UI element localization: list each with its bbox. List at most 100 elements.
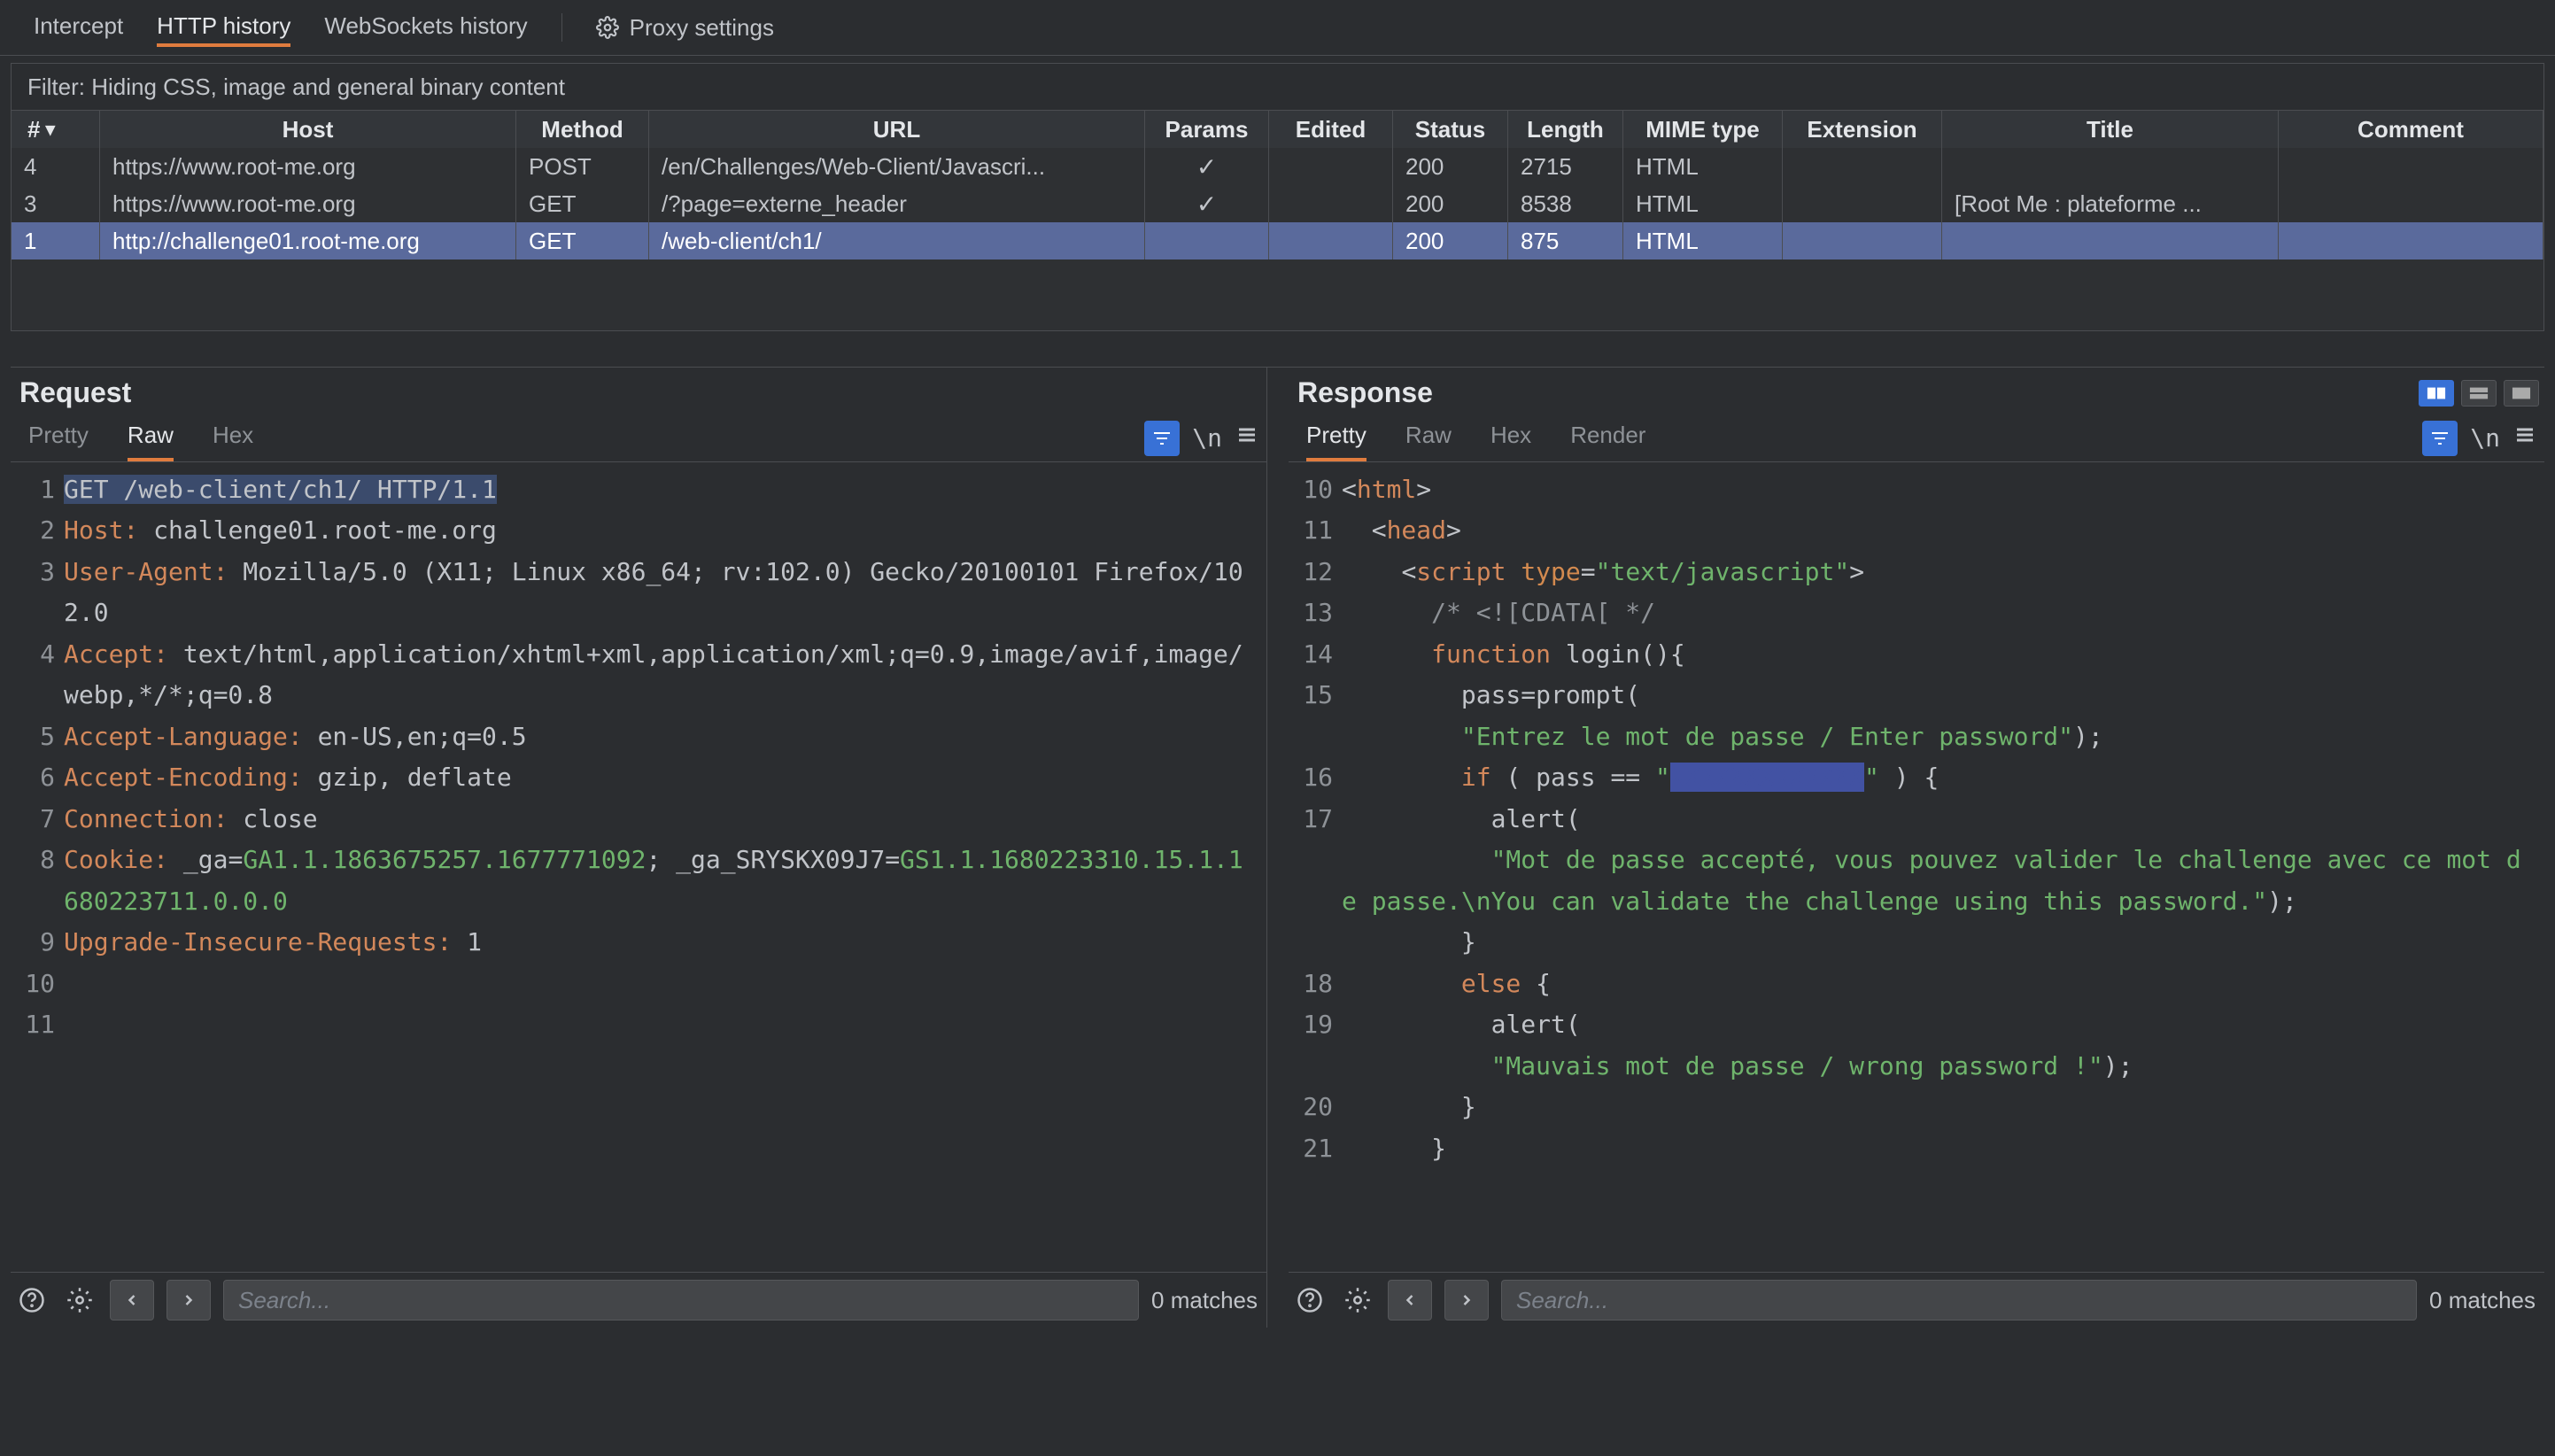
tab-intercept[interactable]: Intercept bbox=[34, 12, 123, 43]
code-text: <head> bbox=[1342, 510, 2544, 551]
gear-icon bbox=[66, 1287, 93, 1313]
line-number: 18 bbox=[1289, 964, 1342, 1004]
layout-single-button[interactable] bbox=[2504, 380, 2539, 407]
prev-match-button[interactable] bbox=[110, 1280, 154, 1320]
code-line: 21 } bbox=[1289, 1128, 2544, 1169]
cell: ✓ bbox=[1145, 148, 1269, 185]
code-text: alert( bbox=[1342, 799, 2544, 840]
filter-text: Filter: Hiding CSS, image and general bi… bbox=[27, 74, 565, 101]
response-panel: Response Pretty Raw Hex Render bbox=[1266, 367, 2544, 1328]
col-status[interactable]: Status bbox=[1393, 111, 1508, 148]
col-host[interactable]: Host bbox=[100, 111, 516, 148]
cell: HTML bbox=[1623, 222, 1783, 259]
code-line: 14 function login(){ bbox=[1289, 634, 2544, 675]
code-line: 8Cookie: _ga=GA1.1.1863675257.1677771092… bbox=[11, 840, 1266, 922]
code-line: } bbox=[1289, 922, 2544, 963]
line-number: 3 bbox=[11, 552, 64, 634]
response-match-count: 0 matches bbox=[2429, 1287, 2536, 1314]
response-tab-pretty[interactable]: Pretty bbox=[1306, 414, 1367, 461]
proxy-settings-button[interactable]: Proxy settings bbox=[596, 14, 774, 42]
code-line: "Mot de passe accepté, vous pouvez valid… bbox=[1289, 840, 2544, 922]
response-tab-raw[interactable]: Raw bbox=[1405, 414, 1452, 461]
col-length[interactable]: Length bbox=[1508, 111, 1623, 148]
line-number: 14 bbox=[1289, 634, 1342, 675]
col-num[interactable]: # bbox=[12, 111, 100, 148]
request-actions-button[interactable] bbox=[1144, 421, 1180, 456]
layout-columns-icon bbox=[2427, 386, 2446, 400]
response-actions-button[interactable] bbox=[2422, 421, 2458, 456]
cell bbox=[2279, 148, 2543, 185]
cell bbox=[1269, 185, 1393, 222]
col-mime[interactable]: MIME type bbox=[1623, 111, 1783, 148]
col-method[interactable]: Method bbox=[516, 111, 649, 148]
col-ext[interactable]: Extension bbox=[1783, 111, 1942, 148]
response-tab-hex[interactable]: Hex bbox=[1490, 414, 1531, 461]
code-text: <html> bbox=[1342, 469, 2544, 510]
code-text: if ( pass == "XXXXXXXXXXXXX" ) { bbox=[1342, 757, 2544, 798]
response-tab-render[interactable]: Render bbox=[1570, 414, 1645, 461]
line-number: 12 bbox=[1289, 552, 1342, 592]
line-number: 20 bbox=[1289, 1087, 1342, 1127]
code-text: Cookie: _ga=GA1.1.1863675257.1677771092;… bbox=[64, 840, 1266, 922]
col-params[interactable]: Params bbox=[1145, 111, 1269, 148]
settings-button[interactable] bbox=[1340, 1282, 1375, 1318]
response-editor[interactable]: 10<html>11 <head>12 <script type="text/j… bbox=[1289, 462, 2544, 1272]
filter-bar[interactable]: Filter: Hiding CSS, image and general bi… bbox=[11, 63, 2544, 111]
newline-toggle[interactable]: \n bbox=[2470, 423, 2500, 453]
code-text: function login(){ bbox=[1342, 634, 2544, 675]
request-menu[interactable] bbox=[1235, 424, 1259, 452]
code-line: 6Accept-Encoding: gzip, deflate bbox=[11, 757, 1266, 798]
cell: 4 bbox=[12, 148, 100, 185]
arrow-left-icon bbox=[123, 1291, 141, 1309]
response-menu[interactable] bbox=[2512, 424, 2537, 452]
request-tab-raw[interactable]: Raw bbox=[128, 414, 174, 461]
cell bbox=[2279, 185, 2543, 222]
response-search-input[interactable]: Search... bbox=[1501, 1280, 2417, 1320]
code-line: "Entrez le mot de passe / Enter password… bbox=[1289, 716, 2544, 757]
cell: /en/Challenges/Web-Client/Javascri... bbox=[649, 148, 1145, 185]
prev-match-button[interactable] bbox=[1388, 1280, 1432, 1320]
line-number: 11 bbox=[11, 1004, 64, 1045]
settings-button[interactable] bbox=[62, 1282, 97, 1318]
code-line: "Mauvais mot de passe / wrong password !… bbox=[1289, 1046, 2544, 1087]
newline-toggle[interactable]: \n bbox=[1192, 423, 1222, 453]
code-text: } bbox=[1342, 1087, 2544, 1127]
code-text: } bbox=[1342, 922, 2544, 963]
request-search-input[interactable]: Search... bbox=[223, 1280, 1139, 1320]
code-line: 7Connection: close bbox=[11, 799, 1266, 840]
help-button[interactable] bbox=[14, 1282, 50, 1318]
col-edited[interactable]: Edited bbox=[1269, 111, 1393, 148]
line-number: 17 bbox=[1289, 799, 1342, 840]
line-number: 2 bbox=[11, 510, 64, 551]
layout-columns-button[interactable] bbox=[2419, 380, 2454, 407]
line-number: 10 bbox=[1289, 469, 1342, 510]
next-match-button[interactable] bbox=[1444, 1280, 1489, 1320]
cell bbox=[2279, 222, 2543, 259]
menu-icon bbox=[1235, 424, 1259, 445]
layout-rows-button[interactable] bbox=[2461, 380, 2497, 407]
help-button[interactable] bbox=[1292, 1282, 1328, 1318]
table-row[interactable]: 1http://challenge01.root-me.orgGET/web-c… bbox=[12, 222, 2543, 259]
request-tab-hex[interactable]: Hex bbox=[213, 414, 253, 461]
cell: 1 bbox=[12, 222, 100, 259]
line-number bbox=[1289, 840, 1342, 922]
proxy-settings-label: Proxy settings bbox=[630, 14, 774, 42]
code-text: Accept: text/html,application/xhtml+xml,… bbox=[64, 634, 1266, 716]
code-line: 13 /* <![CDATA[ */ bbox=[1289, 592, 2544, 633]
table-row[interactable]: 4https://www.root-me.orgPOST/en/Challeng… bbox=[12, 148, 2543, 185]
col-comment[interactable]: Comment bbox=[2279, 111, 2543, 148]
tab-websockets-history[interactable]: WebSockets history bbox=[324, 12, 527, 43]
cell bbox=[1942, 148, 2279, 185]
request-editor[interactable]: 1GET /web-client/ch1/ HTTP/1.12Host: cha… bbox=[11, 462, 1266, 1272]
table-row[interactable]: 3https://www.root-me.orgGET/?page=extern… bbox=[12, 185, 2543, 222]
code-line: 9Upgrade-Insecure-Requests: 1 bbox=[11, 922, 1266, 963]
next-match-button[interactable] bbox=[166, 1280, 211, 1320]
cell: /?page=externe_header bbox=[649, 185, 1145, 222]
code-text: /* <![CDATA[ */ bbox=[1342, 592, 2544, 633]
code-line: 5Accept-Language: en-US,en;q=0.5 bbox=[11, 716, 1266, 757]
request-tab-pretty[interactable]: Pretty bbox=[28, 414, 89, 461]
tab-http-history[interactable]: HTTP history bbox=[157, 12, 290, 47]
code-text: Connection: close bbox=[64, 799, 1266, 840]
col-url[interactable]: URL bbox=[649, 111, 1145, 148]
col-title[interactable]: Title bbox=[1942, 111, 2279, 148]
